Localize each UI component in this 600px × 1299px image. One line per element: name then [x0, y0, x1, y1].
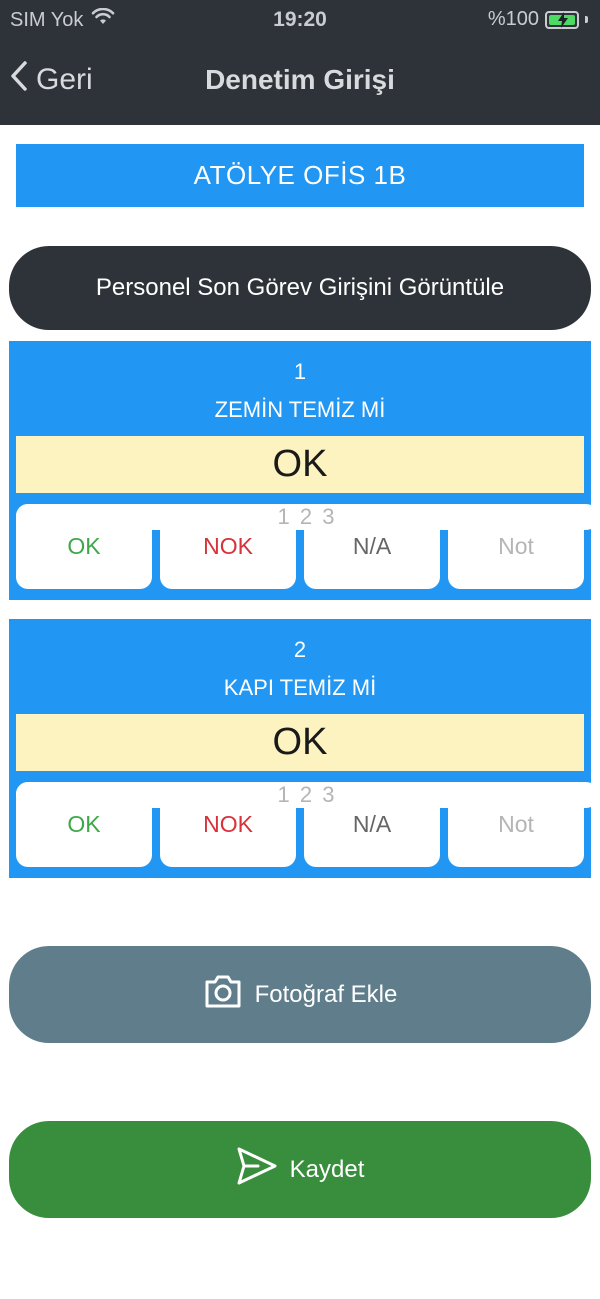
- answer-options: OK NOK N/A 1 2 3 Not: [16, 782, 598, 867]
- send-icon: [236, 1145, 278, 1194]
- option-numeric-button[interactable]: 1 2 3: [16, 782, 598, 808]
- battery-charging-icon: [545, 10, 579, 29]
- question-card-1: 1 ZEMİN TEMİZ Mİ OK OK NOK N/A 1 2 3 Not: [9, 341, 598, 600]
- question-text: ZEMİN TEMİZ Mİ: [214, 397, 386, 422]
- question-card-2: 2 KAPI TEMİZ Mİ OK OK NOK N/A 1 2 3 Not: [9, 619, 598, 878]
- battery-tip: [585, 16, 588, 23]
- header: SIM Yok 19:20 %100 Geri Denetim Girişi: [0, 0, 600, 125]
- question-number: 1: [293, 359, 307, 384]
- navigation-bar: Geri Denetim Girişi: [0, 50, 600, 114]
- question-number: 2: [293, 637, 307, 662]
- status-bar: SIM Yok 19:20 %100: [0, 6, 600, 36]
- view-last-entry-button[interactable]: Personel Son Görev Girişini Görüntüle: [9, 246, 591, 330]
- save-label: Kaydet: [289, 1155, 365, 1183]
- question-text: KAPI TEMİZ Mİ: [223, 675, 377, 700]
- page-title: Denetim Girişi: [205, 64, 395, 95]
- camera-icon: [203, 971, 243, 1018]
- option-numeric-button[interactable]: 1 2 3: [16, 504, 598, 530]
- battery-group: %100: [488, 8, 588, 31]
- answer-display: OK: [16, 436, 584, 493]
- answer-display: OK: [16, 714, 584, 771]
- answer-options: OK NOK N/A 1 2 3 Not: [16, 504, 598, 589]
- location-banner: ATÖLYE OFİS 1B: [16, 144, 584, 207]
- add-photo-button[interactable]: Fotoğraf Ekle: [9, 946, 591, 1043]
- add-photo-label: Fotoğraf Ekle: [254, 980, 398, 1008]
- battery-percent: %100: [487, 8, 539, 30]
- save-button[interactable]: Kaydet: [9, 1121, 591, 1218]
